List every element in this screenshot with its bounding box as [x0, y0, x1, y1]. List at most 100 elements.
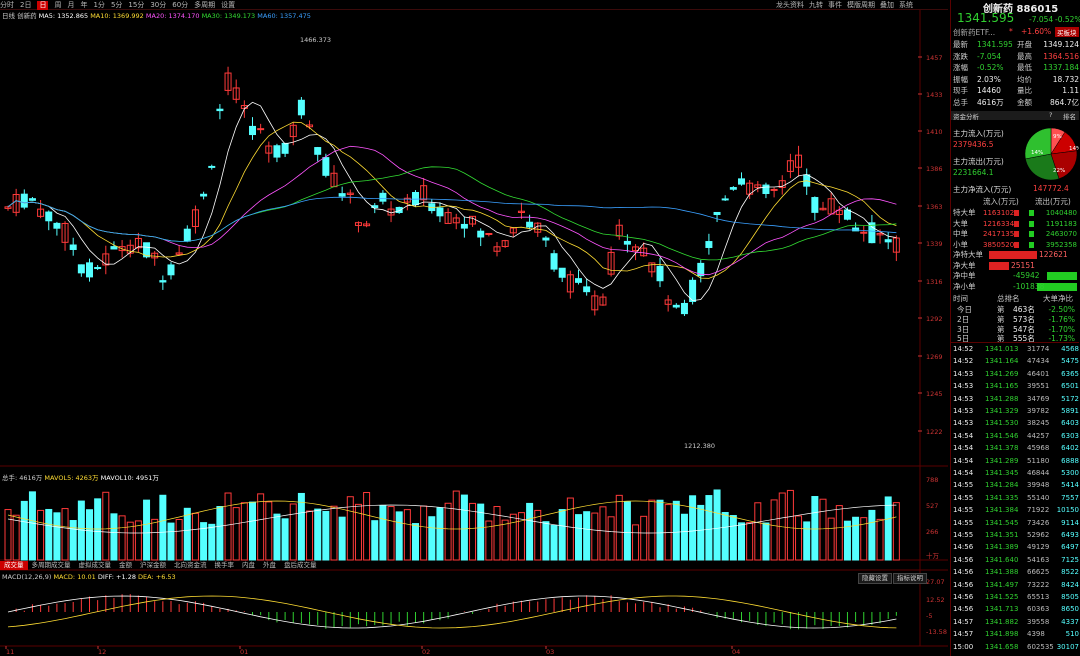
quote-value: 14460 [977, 86, 1001, 95]
tick-count: 4568 [1061, 345, 1079, 353]
tick-price: 1341.284 [985, 481, 1019, 490]
volume-bar [53, 512, 61, 561]
volume-bar [249, 501, 256, 561]
net-row: 净特大单 122621 [951, 250, 1079, 260]
y-tick-label: 1222 [926, 428, 943, 436]
candle-body [167, 264, 175, 276]
rank-prefix: 第 [997, 305, 1005, 314]
volume-bar [371, 520, 379, 561]
tick-volume: 46844 [1027, 469, 1050, 477]
tick-price: 1341.289 [985, 456, 1019, 465]
flow-row: 小单 3850520 3952358 [951, 240, 1079, 250]
indicator-tab-6[interactable]: 换手率 [211, 561, 239, 570]
tick-count: 6501 [1061, 382, 1079, 391]
macd-y-tick: 27.07 [926, 578, 945, 586]
quote-row: 现手 14460 量比 1.11 [951, 86, 1079, 96]
volume-bar [428, 516, 436, 561]
fund-pie-chart: 9% 14% 14% 22% [1024, 127, 1079, 181]
buy-sector-button[interactable]: 买板块 [1055, 27, 1079, 37]
quote-row: 总手 4616万 金额 864.7亿 [951, 98, 1079, 108]
tick-count: 8522 [1061, 568, 1079, 577]
hide-settings-button[interactable]: 隐藏设置 [858, 573, 892, 584]
price-change-pct: -0.52% [1055, 15, 1080, 24]
tick-row: 14:53 1341.269 46401 6365 [951, 369, 1079, 379]
rank-header-cell: 总排名 [997, 294, 1020, 303]
indicator-tab-1[interactable]: 多周期成交量 [28, 561, 75, 570]
tick-row: 14:53 1341.329 39782 5891 [951, 406, 1079, 416]
tick-price: 1341.269 [985, 369, 1019, 378]
etf-name[interactable]: 创新药ETF... [953, 27, 995, 38]
indicator-tab-9[interactable]: 盘后成交量 [280, 561, 321, 570]
indicator-tab-7[interactable]: 内盘 [238, 561, 259, 570]
candle-body [868, 222, 876, 244]
candle-body [281, 142, 289, 154]
volume-bar [12, 514, 20, 561]
tick-volume: 602535 [1027, 642, 1054, 651]
indicator-tab-2[interactable]: 虚拟成交量 [75, 561, 116, 570]
tick-volume: 49129 [1027, 543, 1050, 552]
rank-period: 今日 [957, 305, 972, 314]
flow-out: 2463070 [1045, 230, 1077, 238]
tick-volume: 46401 [1027, 369, 1050, 378]
flow-out-bar [1029, 220, 1034, 227]
tick-volume: 39948 [1027, 481, 1050, 490]
candle-body [20, 193, 28, 208]
tick-row: 14:56 1341.497 73222 8424 [951, 580, 1079, 590]
etf-star: * [1009, 27, 1013, 36]
legend-ma30: MA30: 1349.173 [201, 12, 256, 20]
indicator-tab-0[interactable]: 成交量 [0, 561, 28, 570]
tick-time: 14:55 [953, 493, 974, 502]
tick-row: 14:57 1341.898 4398 510 [951, 629, 1079, 639]
tick-row: 14:54 1341.378 45968 6402 [951, 443, 1079, 453]
rank-link[interactable]: 排名 [1063, 111, 1076, 121]
volume-bar [191, 512, 199, 561]
volume-bar [566, 497, 574, 561]
quote-row: 涨幅 -0.52% 最低 1337.184 [951, 63, 1079, 73]
tick-row: 14:56 1341.388 66625 8522 [951, 567, 1079, 577]
net-value: 122621 [1039, 250, 1068, 259]
indicator-tab-5[interactable]: 北向资金流 [170, 561, 211, 570]
volume-bar [314, 508, 322, 561]
rank-row: 2日 第 573名 -1.76% [951, 315, 1079, 325]
tick-row: 14:55 1341.284 39948 5414 [951, 480, 1079, 490]
tick-volume: 52962 [1027, 531, 1050, 539]
indicator-tab-8[interactable]: 外盘 [259, 561, 280, 570]
volume-bar [289, 503, 297, 561]
x-tick-label: 02 [422, 648, 430, 656]
candle-body [526, 221, 534, 228]
rank-period: 2日 [957, 314, 970, 324]
tick-row: 14:56 1341.389 49129 6497 [951, 542, 1079, 552]
candle-body [485, 232, 493, 235]
volume-y-tick: 788 [926, 476, 938, 484]
volume-bar [436, 507, 444, 561]
quote-label: 涨跌 [953, 51, 968, 61]
volume-bar [640, 515, 648, 561]
tick-price: 1341.546 [985, 431, 1019, 440]
indicator-help-button[interactable]: 指标说明 [893, 573, 927, 584]
help-icon[interactable]: ? [1049, 111, 1052, 119]
y-tick-label: 1316 [926, 278, 943, 286]
volume-bar [721, 512, 729, 561]
quote-value: -0.52% [977, 63, 1004, 72]
tick-price: 1341.530 [985, 419, 1019, 428]
tick-price: 1341.378 [985, 444, 1019, 453]
legend-ma20: MA20: 1374.170 [145, 12, 200, 20]
indicator-tab-4[interactable]: 沪深金额 [136, 561, 170, 570]
fund-analysis-tab[interactable]: 资金分析 [953, 111, 979, 121]
volume-bar [167, 522, 175, 561]
kline-chart[interactable]: 1457 1433 1410 1386 1363 1339 1316 1292 1269 1245… [0, 0, 948, 656]
macd-y-tick: -5 [926, 612, 932, 620]
volume-bar [835, 505, 843, 561]
flow-header: 流入(万元) 流出(万元) [951, 197, 1079, 207]
diff-value: DIFF: +1.28 [97, 573, 136, 581]
tick-row: 14:56 1341.713 60363 8650 [951, 604, 1079, 614]
volume-bar [526, 502, 534, 561]
tick-time: 14:53 [953, 382, 974, 391]
tick-time: 14:56 [953, 568, 974, 577]
tick-volume: 71922 [1027, 506, 1050, 515]
indicator-tab-3[interactable]: 金额 [115, 561, 136, 570]
volume-bar [705, 495, 713, 561]
volume-bar [69, 520, 77, 561]
quote-value: 1349.124 [1043, 40, 1079, 49]
quote-value: 1337.184 [1043, 63, 1079, 72]
